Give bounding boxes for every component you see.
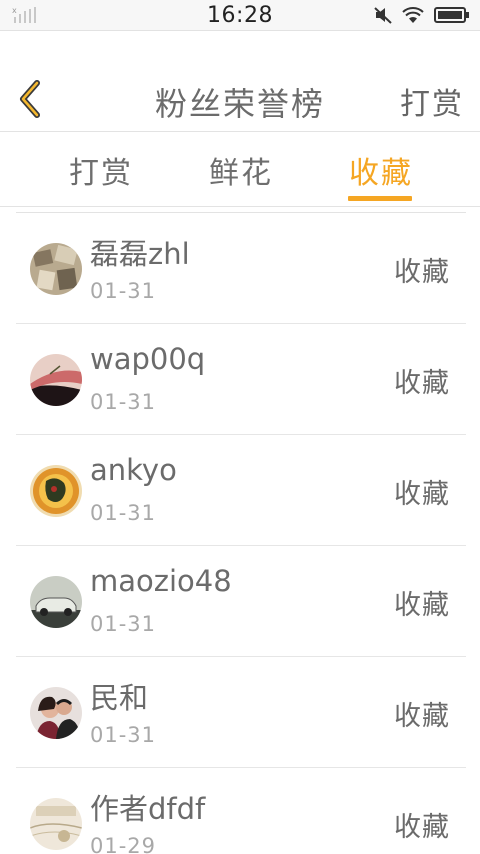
fan-name: 作者dfdf: [90, 792, 206, 826]
tab-active-indicator: [348, 196, 412, 201]
status-bar: x 16:28: [0, 0, 480, 31]
fan-name: maozio48: [90, 564, 232, 598]
header: 粉丝荣誉榜 打赏: [0, 31, 480, 131]
reward-action-button[interactable]: 打赏: [400, 79, 464, 123]
list-item[interactable]: 民和 01-31 收藏: [16, 657, 466, 768]
fan-type: 收藏: [394, 479, 450, 510]
list-item[interactable]: ankyo 01-31 收藏: [16, 435, 466, 546]
fan-type: 收藏: [394, 812, 450, 843]
tabs-divider: [0, 206, 480, 207]
avatar[interactable]: [30, 243, 82, 295]
avatar[interactable]: [30, 687, 82, 739]
fan-type: 收藏: [394, 368, 450, 399]
fan-name: wap00q: [90, 342, 206, 376]
fan-name: ankyo: [90, 453, 177, 487]
fan-name: 磊磊zhl: [90, 237, 190, 271]
fan-type: 收藏: [394, 590, 450, 621]
list-item[interactable]: 磊磊zhl 01-31 收藏: [16, 213, 466, 324]
mute-icon: [374, 7, 392, 24]
status-icons: [374, 5, 470, 25]
wifi-icon: [402, 7, 424, 23]
fan-date: 01-31: [90, 279, 157, 303]
list-item[interactable]: wap00q 01-31 收藏: [16, 324, 466, 435]
tab-flowers[interactable]: 鲜花: [209, 148, 273, 192]
fan-name: 民和: [90, 681, 149, 715]
fan-type: 收藏: [394, 257, 450, 288]
screen: x 16:28 粉丝荣誉榜 打赏 打赏 鲜花 收藏 磊磊zhl 01-31 收藏…: [0, 0, 480, 854]
list-item[interactable]: maozio48 01-31 收藏: [16, 546, 466, 657]
avatar[interactable]: [30, 354, 82, 406]
fan-list: 磊磊zhl 01-31 收藏 wap00q 01-31 收藏 ankyo 01-…: [16, 212, 466, 854]
fan-type: 收藏: [394, 701, 450, 732]
fan-date: 01-31: [90, 501, 157, 525]
avatar[interactable]: [30, 576, 82, 628]
fan-date: 01-31: [90, 723, 157, 747]
tab-reward[interactable]: 打赏: [69, 148, 133, 192]
avatar[interactable]: [30, 798, 82, 850]
battery-icon: [434, 7, 469, 23]
tab-bar: 打赏 鲜花 收藏: [0, 132, 480, 206]
fan-date: 01-31: [90, 390, 157, 414]
list-item[interactable]: 作者dfdf 01-29 收藏: [16, 768, 466, 854]
avatar[interactable]: [30, 465, 82, 517]
tab-favorites[interactable]: 收藏: [349, 148, 413, 192]
fan-date: 01-31: [90, 612, 157, 636]
fan-date: 01-29: [90, 834, 157, 854]
